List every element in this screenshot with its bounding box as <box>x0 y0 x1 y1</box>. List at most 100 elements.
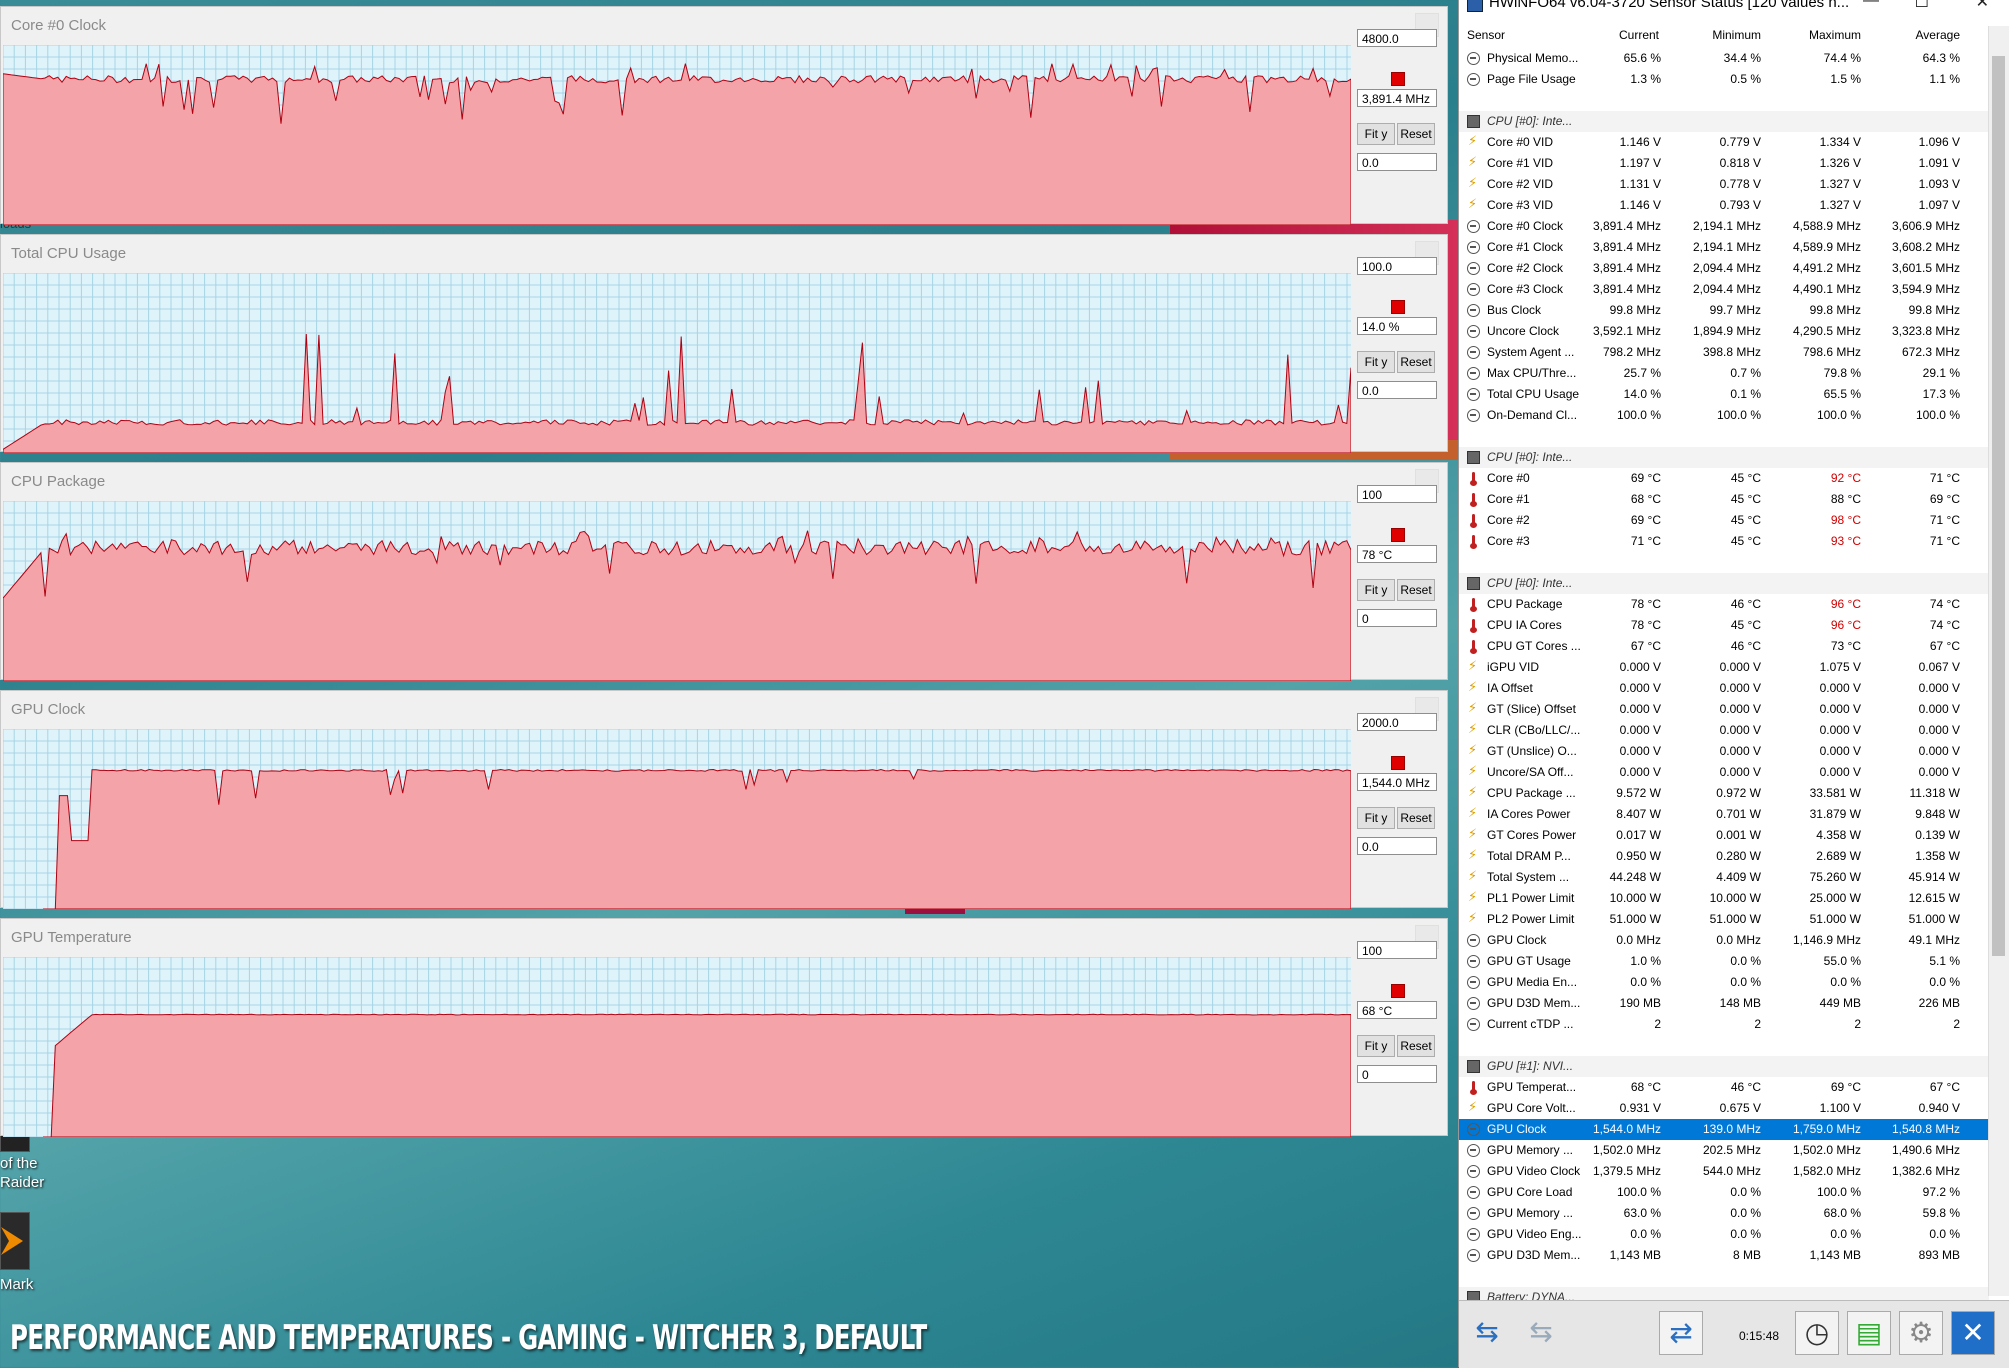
sensor-row[interactable]: Core #2 VID 1.131 V 0.778 V 1.327 V 1.093 V <box>1459 174 1989 195</box>
column-header-sensor[interactable]: Sensor <box>1467 28 1505 42</box>
sensor-row[interactable]: IA Cores Power 8.407 W 0.701 W 31.879 W 9.84… <box>1459 804 1989 825</box>
sensor-row[interactable]: CPU Package ... 9.572 W 0.972 W 33.581 W 11.… <box>1459 783 1989 804</box>
max-value-box[interactable]: 100 <box>1357 485 1437 503</box>
sensor-row[interactable]: System Agent ... 798.2 MHz 398.8 MHz 798.6 … <box>1459 342 1989 363</box>
column-header-maximum[interactable]: Maximum <box>1809 28 1861 42</box>
clock-icon[interactable]: ◷ <box>1795 1311 1839 1355</box>
sensor-row[interactable]: GPU Core Volt... 0.931 V 0.675 V 1.100 V 0.9… <box>1459 1098 1989 1119</box>
sensor-row[interactable]: On-Demand Cl... 100.0 % 100.0 % 100.0 % 100.… <box>1459 405 1989 426</box>
min-value-box[interactable]: 0 <box>1357 609 1437 627</box>
column-header-average[interactable]: Average <box>1916 28 1960 42</box>
fit-y-button[interactable]: Fit y <box>1357 351 1395 373</box>
graph-window[interactable]: GPU Clock 2000.0 1,544.0 MHz Fit y Reset 0.0 <box>0 690 1448 909</box>
reset-button[interactable]: Reset <box>1397 123 1435 145</box>
sensor-row[interactable]: Physical Memo... 65.6 % 34.4 % 74.4 % 64.3 % <box>1459 48 1989 69</box>
sensor-row[interactable]: Core #1 68 °C 45 °C 88 °C 69 °C <box>1459 489 1989 510</box>
sensor-row[interactable]: Core #2 Clock 3,891.4 MHz 2,094.4 MHz 4,491… <box>1459 258 1989 279</box>
close-window-button[interactable]: ✕ <box>1976 0 1989 12</box>
sensor-row[interactable]: Total DRAM P... 0.950 W 0.280 W 2.689 W 1.35… <box>1459 846 1989 867</box>
min-value-box[interactable]: 0 <box>1357 1065 1437 1083</box>
sensor-row[interactable]: Core #1 Clock 3,891.4 MHz 2,194.1 MHz 4,589… <box>1459 237 1989 258</box>
sensor-group-header[interactable]: CPU [#0]: Inte... <box>1459 573 1989 594</box>
graph-window[interactable]: GPU Temperature 100 68 °C Fit y Reset 0 <box>0 918 1448 1137</box>
sensor-group-header[interactable]: CPU [#0]: Inte... <box>1459 447 1989 468</box>
desktop-icon-label[interactable]: Raider <box>0 1174 44 1191</box>
fit-y-button[interactable]: Fit y <box>1357 123 1395 145</box>
sensor-row[interactable]: GPU GT Usage 1.0 % 0.0 % 55.0 % 5.1 % <box>1459 951 1989 972</box>
window-titlebar[interactable]: HWiNFO64 v6.04-3720 Sensor Status [120 v… <box>1459 0 2009 14</box>
sensor-row[interactable]: CLR (CBo/LLC/... 0.000 V 0.000 V 0.000 V 0.0… <box>1459 720 1989 741</box>
sensor-row[interactable]: Core #3 71 °C 45 °C 93 °C 71 °C <box>1459 531 1989 552</box>
sensor-group-header[interactable]: CPU [#0]: Inte... <box>1459 111 1989 132</box>
sensor-row[interactable]: GPU Video Eng... 0.0 % 0.0 % 0.0 % 0.0 % <box>1459 1224 1989 1245</box>
sensor-row[interactable]: Core #3 Clock 3,891.4 MHz 2,094.4 MHz 4,490… <box>1459 279 1989 300</box>
sensor-row[interactable]: Uncore/SA Off... 0.000 V 0.000 V 0.000 V 0.0… <box>1459 762 1989 783</box>
sensor-row[interactable]: Core #0 Clock 3,891.4 MHz 2,194.1 MHz 4,588… <box>1459 216 1989 237</box>
reset-button[interactable]: Reset <box>1397 1035 1435 1057</box>
series-color-swatch[interactable] <box>1391 528 1405 542</box>
sensor-row[interactable]: Uncore Clock 3,592.1 MHz 1,894.9 MHz 4,290.… <box>1459 321 1989 342</box>
scrollbar-thumb[interactable] <box>1992 56 2005 956</box>
sensor-row[interactable]: IA Offset 0.000 V 0.000 V 0.000 V 0.000 V <box>1459 678 1989 699</box>
sensor-row[interactable]: GPU D3D Mem... 1,143 MB 8 MB 1,143 MB 893 MB <box>1459 1245 1989 1266</box>
fit-y-button[interactable]: Fit y <box>1357 579 1395 601</box>
sensor-row[interactable]: PL1 Power Limit 10.000 W 10.000 W 25.000 W 1… <box>1459 888 1989 909</box>
sensor-row[interactable]: GPU Core Load 100.0 % 0.0 % 100.0 % 97.2 % <box>1459 1182 1989 1203</box>
sensor-row[interactable]: Current cTDP ... 2 2 2 2 <box>1459 1014 1989 1035</box>
sensor-row[interactable]: Core #3 VID 1.146 V 0.793 V 1.327 V 1.097 V <box>1459 195 1989 216</box>
sensor-row[interactable]: iGPU VID 0.000 V 0.000 V 1.075 V 0.067 V <box>1459 657 1989 678</box>
sensor-row[interactable]: GPU Video Clock 1,379.5 MHz 544.0 MHz 1,582… <box>1459 1161 1989 1182</box>
min-value-box[interactable]: 0.0 <box>1357 837 1437 855</box>
fit-y-button[interactable]: Fit y <box>1357 1035 1395 1057</box>
sensor-row[interactable]: GPU D3D Mem... 190 MB 148 MB 449 MB 226 MB <box>1459 993 1989 1014</box>
reset-button[interactable]: Reset <box>1397 351 1435 373</box>
sensor-row[interactable]: Core #0 VID 1.146 V 0.779 V 1.334 V 1.096 V <box>1459 132 1989 153</box>
series-color-swatch[interactable] <box>1391 300 1405 314</box>
series-color-swatch[interactable] <box>1391 72 1405 86</box>
minimize-button[interactable]: — <box>1863 0 1879 10</box>
column-header-minimum[interactable]: Minimum <box>1712 28 1761 42</box>
sensor-row[interactable]: GPU Clock 0.0 MHz 0.0 MHz 1,146.9 MHz 49.1 M… <box>1459 930 1989 951</box>
sensor-row[interactable]: GT Cores Power 0.017 W 0.001 W 4.358 W 0.139… <box>1459 825 1989 846</box>
desktop-icon-label[interactable]: Mark <box>0 1276 33 1293</box>
settings-icon[interactable]: ⚙ <box>1899 1311 1943 1355</box>
max-value-box[interactable]: 100 <box>1357 941 1437 959</box>
max-value-box[interactable]: 100.0 <box>1357 257 1437 275</box>
sensor-row[interactable]: Page File Usage 1.3 % 0.5 % 1.5 % 1.1 % <box>1459 69 1989 90</box>
min-value-box[interactable]: 0.0 <box>1357 153 1437 171</box>
min-value-box[interactable]: 0.0 <box>1357 381 1437 399</box>
vertical-scrollbar[interactable] <box>1988 26 2009 1296</box>
series-color-swatch[interactable] <box>1391 756 1405 770</box>
sensor-row[interactable]: GPU Temperat... 68 °C 46 °C 69 °C 67 °C <box>1459 1077 1989 1098</box>
maximize-button[interactable]: ☐ <box>1915 0 1929 12</box>
sensor-row[interactable]: Core #1 VID 1.197 V 0.818 V 1.326 V 1.091 V <box>1459 153 1989 174</box>
sensor-row[interactable]: GT (Unslice) O... 0.000 V 0.000 V 0.000 V 0.… <box>1459 741 1989 762</box>
max-value-box[interactable]: 4800.0 <box>1357 29 1437 47</box>
sensor-row[interactable]: Max CPU/Thre... 25.7 % 0.7 % 79.8 % 29.1 % <box>1459 363 1989 384</box>
sensor-row[interactable]: GPU Memory ... 63.0 % 0.0 % 68.0 % 59.8 % <box>1459 1203 1989 1224</box>
reset-button[interactable]: Reset <box>1397 807 1435 829</box>
sensor-row[interactable]: GPU Media En... 0.0 % 0.0 % 0.0 % 0.0 % <box>1459 972 1989 993</box>
sensor-row[interactable]: GPU Memory ... 1,502.0 MHz 202.5 MHz 1,502.… <box>1459 1140 1989 1161</box>
sensor-row[interactable]: PL2 Power Limit 51.000 W 51.000 W 51.000 W 5… <box>1459 909 1989 930</box>
nav-back-forward-icon[interactable]: ⇆ <box>1463 1311 1511 1355</box>
sensor-group-header[interactable]: GPU [#1]: NVI... <box>1459 1056 1989 1077</box>
report-icon[interactable]: ▤ <box>1847 1311 1891 1355</box>
close-icon[interactable]: ✕ <box>1951 1311 1995 1355</box>
sensor-row[interactable]: CPU Package 78 °C 46 °C 96 °C 74 °C <box>1459 594 1989 615</box>
sensor-row[interactable]: CPU GT Cores ... 67 °C 46 °C 73 °C 67 °C <box>1459 636 1989 657</box>
graph-window[interactable]: Core #0 Clock 4800.0 3,891.4 MHz Fit y Reset… <box>0 6 1448 225</box>
sensor-row[interactable]: Bus Clock 99.8 MHz 99.7 MHz 99.8 MHz 99.8 MH… <box>1459 300 1989 321</box>
desktop-icon-label[interactable]: of the <box>0 1155 38 1172</box>
sensor-row[interactable]: GPU Clock 1,544.0 MHz 139.0 MHz 1,759.0 MHz… <box>1459 1119 1989 1140</box>
sensor-row[interactable]: GT (Slice) Offset 0.000 V 0.000 V 0.000 V 0.… <box>1459 699 1989 720</box>
graph-window[interactable]: Total CPU Usage 100.0 14.0 % Fit y Reset 0.0 <box>0 234 1448 453</box>
fit-y-button[interactable]: Fit y <box>1357 807 1395 829</box>
desktop-app-icon[interactable] <box>0 1212 30 1270</box>
sensor-row[interactable]: CPU IA Cores 78 °C 45 °C 96 °C 74 °C <box>1459 615 1989 636</box>
column-header-current[interactable]: Current <box>1619 28 1659 42</box>
reset-button[interactable]: Reset <box>1397 579 1435 601</box>
max-value-box[interactable]: 2000.0 <box>1357 713 1437 731</box>
series-color-swatch[interactable] <box>1391 984 1405 998</box>
graph-window[interactable]: CPU Package 100 78 °C Fit y Reset 0 <box>0 462 1448 681</box>
